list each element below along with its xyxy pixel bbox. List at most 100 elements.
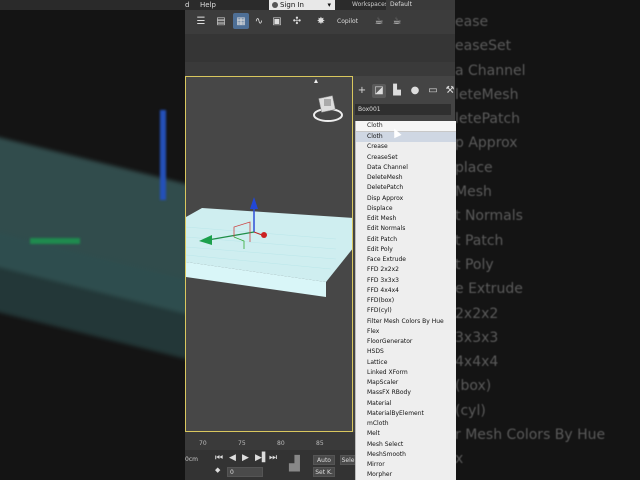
- layers-icon[interactable]: ▤: [213, 13, 229, 29]
- modifier-list-item[interactable]: FFD 2x2x2: [356, 265, 456, 275]
- blurred-right-background: ease easeSet a Channel leteMesh letePatch p A…: [455, 0, 640, 480]
- sign-in-label: Sign In: [280, 1, 304, 9]
- create-tab-icon[interactable]: +: [355, 84, 369, 98]
- modifier-list-item[interactable]: DeletePatch: [356, 183, 456, 193]
- blurred-list-item: p Approx: [455, 135, 518, 152]
- modifier-list-item[interactable]: Data Channel: [356, 163, 456, 173]
- modifier-list-item[interactable]: Face Extrude: [356, 255, 456, 265]
- blurred-list-item: e Extrude: [455, 281, 523, 298]
- blurred-list-item: Mesh: [455, 184, 492, 201]
- curve-editor-icon[interactable]: ∿: [251, 13, 267, 29]
- modifier-list-item[interactable]: MeshSmooth: [356, 450, 456, 460]
- modifier-list-item[interactable]: Cloth: [356, 132, 456, 143]
- modifier-list-item[interactable]: Filter Mesh Colors By Hue: [356, 317, 456, 327]
- menu-item-partial[interactable]: d: [185, 0, 189, 10]
- modifier-list-item[interactable]: Morpher: [356, 470, 456, 480]
- sign-in-dropdown[interactable]: Sign In ▾: [269, 0, 335, 10]
- go-to-end-icon[interactable]: ⏭: [269, 453, 277, 463]
- status-bar: 0cm ⏮ ◀ ▶ ▶▌ ⏭ ◆ 0 ▟ Auto Set K.: [185, 450, 355, 480]
- chevron-down-icon: ▾: [327, 1, 331, 9]
- modifier-list-item[interactable]: Mirror: [356, 460, 456, 470]
- scene-explorer-icon[interactable]: ▦: [233, 13, 249, 29]
- ribbon-area: [185, 34, 455, 62]
- blurred-list-item: 2x2x2: [455, 305, 499, 322]
- modifier-list-item[interactable]: Lattice: [356, 358, 456, 368]
- modify-tab-icon[interactable]: ◪: [372, 84, 386, 98]
- modifier-list-item[interactable]: Edit Patch: [356, 235, 456, 245]
- render-setup-icon[interactable]: ☕: [371, 13, 387, 29]
- menu-bar: d Help Sign In ▾ Workspaces: Default: [185, 0, 455, 10]
- modifier-list-item[interactable]: CreaseSet: [356, 153, 456, 163]
- blurred-x-axis: [30, 238, 80, 244]
- viewport-label-bar: [185, 62, 455, 77]
- hierarchy-tab-icon[interactable]: ▙: [390, 84, 404, 98]
- utilities-tab-icon[interactable]: ⚒: [443, 84, 455, 98]
- blurred-list-item: 3x3x3: [455, 329, 499, 346]
- prev-frame-icon[interactable]: ◀: [229, 453, 236, 463]
- menu-help[interactable]: Help: [200, 0, 216, 10]
- key-filter-icon[interactable]: ▟: [289, 456, 300, 472]
- next-frame-icon[interactable]: ▶▌: [255, 453, 269, 463]
- modifier-list-item[interactable]: mCloth: [356, 419, 456, 429]
- set-key-button[interactable]: Set K.: [313, 467, 335, 477]
- list-icon[interactable]: ☰: [193, 13, 209, 29]
- modifier-list-item[interactable]: Flex: [356, 327, 456, 337]
- modifier-list-item[interactable]: FloorGenerator: [356, 337, 456, 347]
- render-icon[interactable]: ☕: [389, 13, 405, 29]
- modifier-list-item[interactable]: Edit Poly: [356, 245, 456, 255]
- modifier-list-item[interactable]: HSDS: [356, 347, 456, 357]
- modifier-list-item[interactable]: Material: [356, 399, 456, 409]
- key-mode-icon[interactable]: ◆: [215, 466, 220, 474]
- modifier-list-item[interactable]: Melt: [356, 429, 456, 439]
- copilot-label: Copilot: [337, 18, 359, 25]
- modifier-list-item[interactable]: FFD(cyl): [356, 306, 456, 316]
- blurred-list-item: t Normals: [455, 208, 523, 225]
- modifier-list-item[interactable]: MassFX RBody: [356, 388, 456, 398]
- modifier-list-item[interactable]: Edit Mesh: [356, 214, 456, 224]
- units-readout: 0cm: [185, 456, 198, 463]
- timeline-tick-label: 70: [199, 440, 207, 447]
- display-tab-icon[interactable]: ▭: [426, 84, 440, 98]
- selected-button[interactable]: Sele: [340, 455, 356, 465]
- modifier-list-item[interactable]: Disp Approx: [356, 194, 456, 204]
- material-editor-icon[interactable]: ✣: [289, 13, 305, 29]
- modifier-list-item[interactable]: Crease: [356, 142, 456, 152]
- modifier-list-item[interactable]: Edit Normals: [356, 224, 456, 234]
- blurred-list-item: 4x4x4: [455, 354, 499, 371]
- blurred-list-item: place: [455, 159, 493, 176]
- auto-key-button[interactable]: Auto: [313, 455, 335, 465]
- play-icon[interactable]: ▶: [242, 453, 249, 463]
- command-panel-tabs: + ◪ ▙ ● ▭ ⚒: [353, 84, 455, 100]
- motion-tab-icon[interactable]: ●: [408, 84, 422, 98]
- modifier-list-item[interactable]: MaterialByElement: [356, 409, 456, 419]
- modifier-list-item[interactable]: Displace: [356, 204, 456, 214]
- schematic-view-icon[interactable]: ▣: [269, 13, 285, 29]
- modifier-list-item[interactable]: FFD(box): [356, 296, 456, 306]
- timeline[interactable]: 7075808590: [185, 432, 363, 450]
- modifier-list-dropdown[interactable]: Cloth Cloth Crease CreaseSet Data Channel De…: [355, 121, 456, 480]
- modifier-list-item[interactable]: MapScaler: [356, 378, 456, 388]
- modifier-list-item[interactable]: Linked XForm: [356, 368, 456, 378]
- workspaces-label: Workspaces:: [352, 1, 390, 8]
- modifier-list-header[interactable]: Cloth: [356, 121, 456, 132]
- timeline-tick-label: 80: [277, 440, 285, 447]
- viewcube-icon[interactable]: [313, 79, 343, 122]
- blurred-list-item: x: [455, 451, 464, 468]
- copilot-icon[interactable]: ✸: [313, 13, 329, 29]
- object-name-field[interactable]: Box001: [355, 104, 451, 115]
- timeline-tick-label: 85: [316, 440, 324, 447]
- modifier-list-item[interactable]: FFD 4x4x4: [356, 286, 456, 296]
- viewport-canvas: [186, 79, 352, 297]
- blurred-list-item: letePatch: [455, 111, 521, 128]
- workspace-dropdown[interactable]: Default: [386, 0, 455, 10]
- frame-field[interactable]: 0: [227, 467, 263, 477]
- modifier-list-item[interactable]: FFD 3x3x3: [356, 276, 456, 286]
- main-toolbar: ☰ ▤ ▦ ∿ ▣ ✣ ✸ Copilot ☕ ☕: [185, 10, 455, 34]
- modifier-list-item[interactable]: DeleteMesh: [356, 173, 456, 183]
- perspective-viewport[interactable]: [185, 76, 353, 432]
- blurred-z-axis: [160, 110, 166, 200]
- blurred-list-item: easeSet: [455, 38, 512, 55]
- blurred-list-item: a Channel: [455, 62, 526, 79]
- modifier-list-item[interactable]: Mesh Select: [356, 440, 456, 450]
- go-to-start-icon[interactable]: ⏮: [215, 453, 223, 463]
